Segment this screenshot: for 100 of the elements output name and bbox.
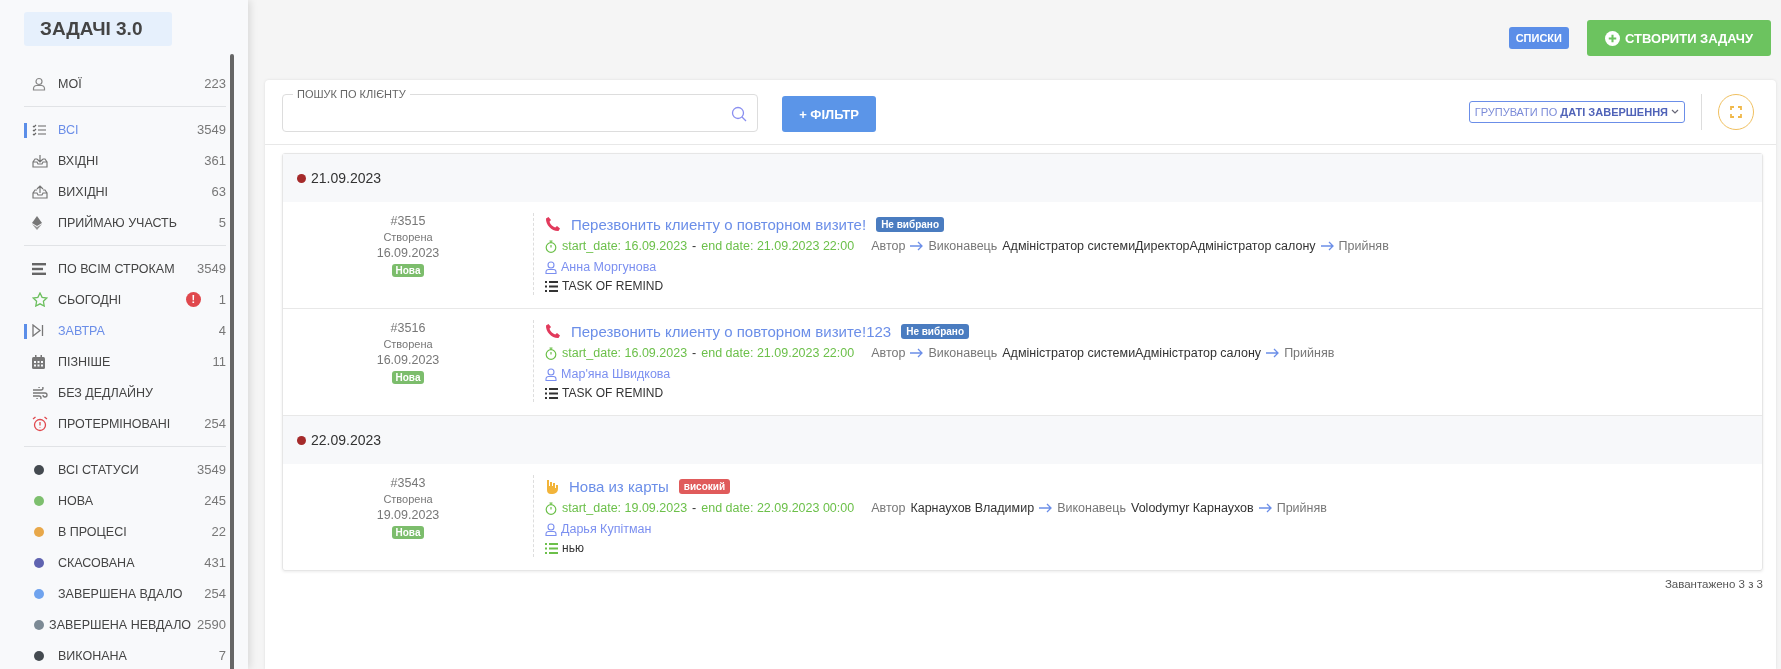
end-date: end date: 21.09.2023 22:00 [701,239,855,253]
arrow-right-icon [1039,503,1053,513]
accepted-label: Прийняв [1338,239,1389,253]
arrow-right-icon [1258,503,1272,513]
task-number: #3516 [390,320,426,336]
start-date: start_date: 19.09.2023 [562,501,688,515]
created-date: 16.09.2023 [376,352,440,369]
task-category: TASK OF REMIND [562,279,664,293]
item-count: 254 [204,416,226,431]
diamond-icon [32,215,42,230]
accepted-label: Прийняв [1276,501,1327,515]
item-count: 22 [211,524,226,539]
sidebar-item[interactable]: СЬОГОДНІ ! 1 [24,284,226,315]
phone-icon [545,323,561,339]
sidebar-item[interactable]: ПРИЙМАЮ УЧАСТЬ 5 [24,207,226,238]
hand-icon [545,478,559,494]
chevron-down-icon [1671,109,1679,115]
user-icon [32,76,46,91]
executor-label: Виконавець [928,346,998,360]
item-count: 3549 [197,122,226,137]
search-icon [731,105,747,122]
tray-download-icon [32,153,48,168]
task-number: #3515 [390,213,426,229]
status-badge: Нова [391,371,425,384]
created-date: 16.09.2023 [376,245,440,262]
sidebar-item[interactable]: НОВА 245 [24,485,226,516]
date-separator: - [692,346,697,360]
item-count: 11 [212,354,226,369]
sidebar-item[interactable]: ВХІДНІ 361 [24,145,226,176]
priority-badge: Не вибрано [876,216,944,232]
bullet-icon [297,173,306,183]
star-icon [32,292,48,307]
date-separator: - [692,239,697,253]
sidebar-item[interactable]: ВИХІДНІ 63 [24,176,226,207]
phone-icon [545,216,561,232]
alert-badge: ! [185,292,201,307]
task-number: #3543 [390,475,426,491]
author-label: Автор [871,501,906,515]
created-label: Створена [383,230,433,245]
arrow-right-icon [1320,241,1334,251]
tray-upload-icon [32,184,48,199]
sidebar-item[interactable]: ПРОТЕРМІНОВАНІ 254 [24,408,226,439]
item-count: 245 [204,493,226,508]
executor-label: Виконавець [928,239,998,253]
item-count: 2590 [197,617,226,632]
stopwatch-icon [545,239,557,253]
created-date: 19.09.2023 [376,507,440,524]
item-count: 3549 [197,261,226,276]
author-label: Автор [871,239,906,253]
loaded-count: Завантажено 3 з 3 [1663,577,1763,592]
group-by-dropdown[interactable]: ГРУПУВАТИ ПО ДАТІ ЗАВЕРШЕННЯ [1468,101,1685,123]
status-badge: Нова [391,264,425,277]
item-count: 361 [204,153,226,168]
sidebar-item[interactable]: СКАСОВАНА 431 [24,547,226,578]
arrow-right-icon [910,348,924,358]
accepted-label: Прийняв [1284,346,1335,360]
sidebar-item[interactable]: ПІЗНІШЕ 11 [24,346,226,377]
executor-name: Адміністратор системиДиректорАдміністратор салону [1002,239,1316,253]
priority-badge: Не вибрано [901,323,969,339]
sidebar-item[interactable]: ЗАВЕРШЕНА НЕВДАЛО 2590 [24,609,226,640]
status-badge: Нова [391,526,425,539]
skip-icon [32,324,44,337]
sidebar-item[interactable]: ПО ВСІМ СТРОКАМ 3549 [24,253,226,284]
sidebar-item[interactable]: ВСІ 3549 [24,114,226,145]
sidebar-item[interactable]: В ПРОЦЕСІ 22 [24,516,226,547]
executor-label: Виконавець [1057,501,1126,515]
arrow-right-icon [910,241,924,251]
executor-name: Volodymyr Карнаухов [1131,501,1254,515]
sidebar-item[interactable]: ЗАВЕРШЕНА ВДАЛО 254 [24,578,226,609]
task-category: TASK OF REMIND [562,386,664,400]
sidebar-item[interactable]: БЕЗ ДЕДЛАЙНУ [24,377,226,408]
stopwatch-icon [545,346,557,360]
arrow-right-icon [1266,348,1280,358]
scrollbar[interactable] [230,54,234,669]
sidebar-item[interactable]: ВСІ СТАТУСИ 3549 [24,454,226,485]
user-icon [545,522,557,536]
bullet-icon [297,435,306,445]
wind-icon [32,386,48,399]
item-count: 7 [218,648,226,663]
task-category: нью [562,541,584,555]
created-label: Створена [383,337,433,352]
alarm-clock-icon [32,415,48,432]
executor-name: Адміністратор системиАдміністратор салону [1002,346,1262,360]
fullscreen-button[interactable] [1718,94,1754,130]
item-count: 254 [204,586,226,601]
start-date: start_date: 16.09.2023 [562,239,688,253]
item-count: 5 [218,215,226,230]
date-separator: - [692,501,697,515]
sidebar-item[interactable]: ЗАВТРА 4 [24,315,226,346]
sidebar-item[interactable]: МОЇ 223 [24,68,226,99]
app-title: ЗАДАЧІ 3.0 [24,12,172,46]
search-field[interactable]: ПОШУК ПО КЛІЄНТУ [282,88,758,132]
start-date: start_date: 16.09.2023 [562,346,688,360]
group-date: 22.09.2023 [311,432,382,448]
user-icon [545,260,557,274]
sidebar-item[interactable]: ВИКОНАНА 7 [24,640,226,669]
item-count: 1 [218,292,226,307]
calendar-icon [32,354,45,369]
author-label: Автор [871,346,906,360]
checklist-icon [32,123,46,136]
